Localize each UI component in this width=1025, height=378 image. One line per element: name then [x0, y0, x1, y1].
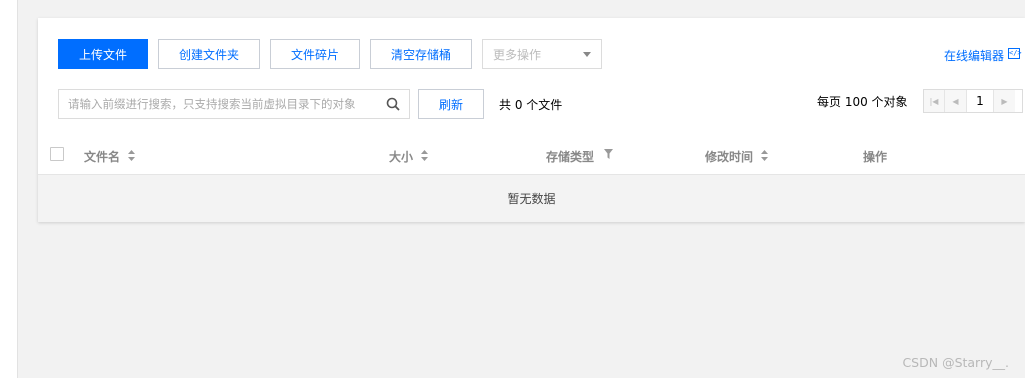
clear-bucket-button[interactable]: 清空存储桶	[370, 39, 472, 69]
watermark: CSDN @Starry__.	[902, 355, 1009, 370]
search-box	[58, 89, 410, 119]
online-editor-link[interactable]: 在线编辑器	[944, 47, 1004, 64]
file-count-text: 共 0 个文件	[499, 98, 563, 112]
left-edge-panel	[0, 0, 18, 378]
refresh-button[interactable]: 刷新	[418, 89, 484, 119]
column-header-storage-class[interactable]: 存储类型	[546, 148, 594, 165]
search-icon[interactable]	[386, 97, 400, 111]
page-number-input[interactable]: 1	[966, 90, 994, 112]
empty-state-text: 暂无数据	[507, 192, 556, 206]
sort-icon[interactable]	[761, 150, 768, 161]
prev-page-icon[interactable]: ◀	[945, 90, 966, 112]
column-header-filename[interactable]: 文件名	[84, 148, 120, 165]
create-folder-button[interactable]: 创建文件夹	[158, 39, 260, 69]
more-actions-label: 更多操作	[493, 47, 542, 62]
sort-icon[interactable]	[128, 150, 135, 161]
select-all-checkbox[interactable]	[50, 147, 64, 161]
sort-icon[interactable]	[421, 150, 428, 161]
pagination: |◀ ◀ 1 ▶	[923, 89, 1023, 113]
filter-icon[interactable]	[604, 149, 613, 159]
first-page-icon[interactable]: |◀	[924, 90, 945, 112]
code-editor-icon[interactable]: </>	[1008, 48, 1022, 59]
file-fragments-button[interactable]: 文件碎片	[270, 39, 360, 69]
per-page-selector[interactable]: 每页 100 个对象	[817, 93, 908, 110]
more-actions-dropdown[interactable]: 更多操作	[482, 39, 602, 69]
column-header-actions: 操作	[863, 150, 888, 164]
next-page-icon[interactable]: ▶	[994, 90, 1015, 112]
column-header-modified-time[interactable]: 修改时间	[705, 148, 753, 165]
search-input[interactable]	[59, 90, 378, 118]
chevron-down-icon	[583, 52, 591, 57]
column-header-size[interactable]: 大小	[389, 148, 413, 165]
empty-table-row: 暂无数据	[38, 174, 1025, 222]
upload-file-button[interactable]: 上传文件	[58, 39, 148, 69]
file-list-panel: 上传文件 创建文件夹 文件碎片 清空存储桶 更多操作 在线编辑器 </> 刷新 …	[38, 18, 1025, 222]
